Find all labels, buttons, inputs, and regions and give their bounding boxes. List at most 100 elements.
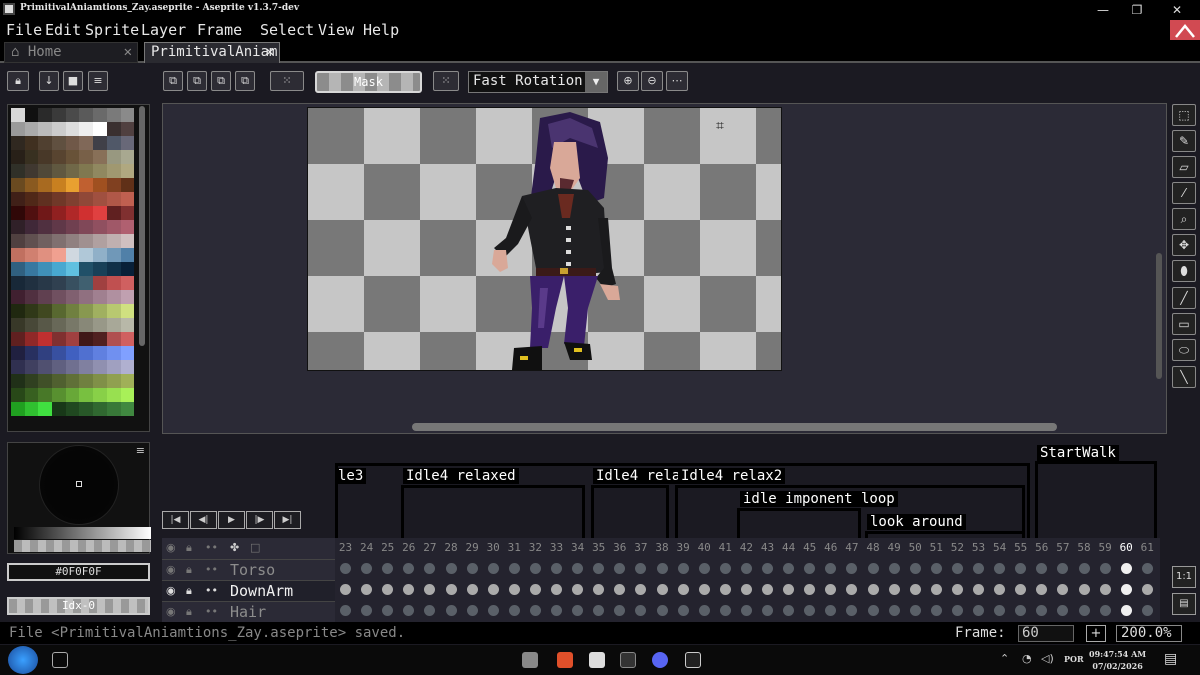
palette-swatch[interactable] (93, 276, 107, 290)
palette-swatch[interactable] (65, 234, 80, 248)
sprite-canvas[interactable] (307, 107, 782, 371)
palette-swatch[interactable] (120, 276, 135, 290)
cel[interactable] (403, 584, 415, 595)
palette-swatch[interactable] (24, 374, 39, 388)
palette-swatch[interactable] (79, 318, 94, 332)
frame-header[interactable]: 45 (799, 538, 820, 558)
cel[interactable] (593, 584, 605, 595)
cel[interactable] (698, 563, 710, 574)
palette-swatch[interactable] (120, 374, 135, 388)
palette-swatch[interactable] (106, 276, 121, 290)
palette-swatch[interactable] (65, 248, 80, 262)
cel[interactable] (719, 605, 731, 616)
tag-idle4-relax2[interactable]: Idle4 relax2 (678, 468, 786, 484)
cel[interactable] (656, 605, 668, 616)
palette-swatch[interactable] (52, 332, 66, 346)
frame-header[interactable]: 61 (1137, 538, 1158, 558)
cel[interactable] (551, 563, 562, 574)
continuous-icon[interactable]: •• (205, 584, 218, 597)
palette-swatch[interactable] (65, 178, 80, 192)
frame-header[interactable]: 33 (546, 538, 567, 558)
cel[interactable] (1015, 563, 1027, 574)
one-to-one-button[interactable]: 1:1 (1172, 566, 1196, 588)
palette-swatch[interactable] (38, 150, 53, 164)
palette-swatch[interactable] (52, 346, 66, 360)
cel[interactable] (508, 605, 520, 616)
cel[interactable] (909, 584, 921, 595)
palette-swatch[interactable] (106, 360, 121, 374)
cel[interactable] (994, 605, 1006, 616)
cel[interactable] (1099, 584, 1111, 595)
palette-swatch[interactable] (93, 318, 107, 332)
palette-swatch[interactable] (106, 108, 121, 122)
cel[interactable] (1120, 563, 1132, 574)
frame-header[interactable]: 59 (1095, 538, 1116, 558)
palette-swatch[interactable] (106, 220, 121, 234)
frame-header[interactable]: 50 (905, 538, 926, 558)
rectangle-tool-icon[interactable]: ▭ (1172, 313, 1196, 335)
cel[interactable] (888, 584, 900, 595)
palette-swatch[interactable] (52, 262, 66, 276)
language-indicator[interactable]: POR (1064, 654, 1084, 664)
palette-swatch[interactable] (106, 304, 121, 318)
move-tool-icon[interactable]: ✥ (1172, 234, 1196, 256)
cel[interactable] (1078, 605, 1090, 616)
cel[interactable] (846, 605, 858, 616)
palette-swatch[interactable] (79, 290, 94, 304)
palette-swatch[interactable] (79, 164, 94, 178)
frame-header[interactable]: 30 (483, 538, 504, 558)
palette-swatch[interactable] (93, 108, 107, 122)
cel[interactable] (1057, 605, 1069, 616)
transparent-color-icon[interactable]: ⁙ (433, 71, 459, 91)
horizontal-scrollbar[interactable] (412, 423, 1057, 431)
cel[interactable] (466, 584, 478, 595)
palette-swatch[interactable] (38, 304, 53, 318)
palette-swatch[interactable] (11, 164, 25, 178)
frame-header[interactable]: 36 (609, 538, 630, 558)
palette-swatch[interactable] (24, 402, 39, 416)
frame-header[interactable]: 53 (968, 538, 989, 558)
marquee-tool-icon[interactable]: ⬚ (1172, 104, 1196, 126)
tag-idle-imponent-loop[interactable]: idle imponent loop (740, 491, 898, 507)
palette-swatch[interactable] (65, 374, 80, 388)
cel[interactable] (783, 584, 795, 595)
cel[interactable] (888, 563, 900, 574)
tag-idle4-relaxed[interactable]: Idle4 relaxed (403, 468, 519, 484)
palette-swatch[interactable] (11, 346, 25, 360)
palette-swatch[interactable] (106, 262, 121, 276)
frame-header[interactable]: 55 (1010, 538, 1031, 558)
frame-header[interactable]: 40 (694, 538, 715, 558)
palette-swatch[interactable] (24, 220, 39, 234)
cel[interactable] (951, 605, 963, 616)
cel[interactable] (466, 605, 478, 616)
cel[interactable] (403, 605, 415, 616)
palette-swatch[interactable] (93, 388, 107, 402)
palette-swatch[interactable] (93, 150, 107, 164)
palette-swatch[interactable] (93, 122, 107, 136)
palette-swatch[interactable] (38, 402, 53, 416)
layer-name-hair[interactable]: Hair (230, 603, 266, 621)
palette-swatch[interactable] (65, 388, 80, 402)
palette-swatch[interactable] (120, 108, 135, 122)
cel[interactable] (762, 605, 773, 616)
palette-swatch[interactable] (11, 108, 25, 122)
cel[interactable] (909, 605, 921, 616)
cel[interactable] (973, 563, 984, 574)
palette-swatch[interactable] (11, 136, 25, 150)
cel[interactable] (1015, 584, 1027, 595)
palette-swatch[interactable] (24, 136, 39, 150)
cel[interactable] (846, 584, 858, 595)
palette-swatch[interactable] (65, 402, 80, 416)
cel[interactable] (361, 584, 373, 595)
palette-swatch[interactable] (11, 178, 25, 192)
palette-swatch[interactable] (79, 150, 94, 164)
palette-swatch[interactable] (93, 332, 107, 346)
arrow-down-icon[interactable]: ↓ (39, 71, 59, 91)
layer-row[interactable]: ◉ 🔒︎ •• Torso (162, 559, 335, 580)
cel[interactable] (508, 563, 520, 574)
palette-swatch[interactable] (93, 304, 107, 318)
palette-swatch[interactable] (65, 192, 80, 206)
cel[interactable] (572, 584, 584, 595)
frame-header[interactable]: 27 (419, 538, 440, 558)
frame-header[interactable]: 54 (989, 538, 1010, 558)
